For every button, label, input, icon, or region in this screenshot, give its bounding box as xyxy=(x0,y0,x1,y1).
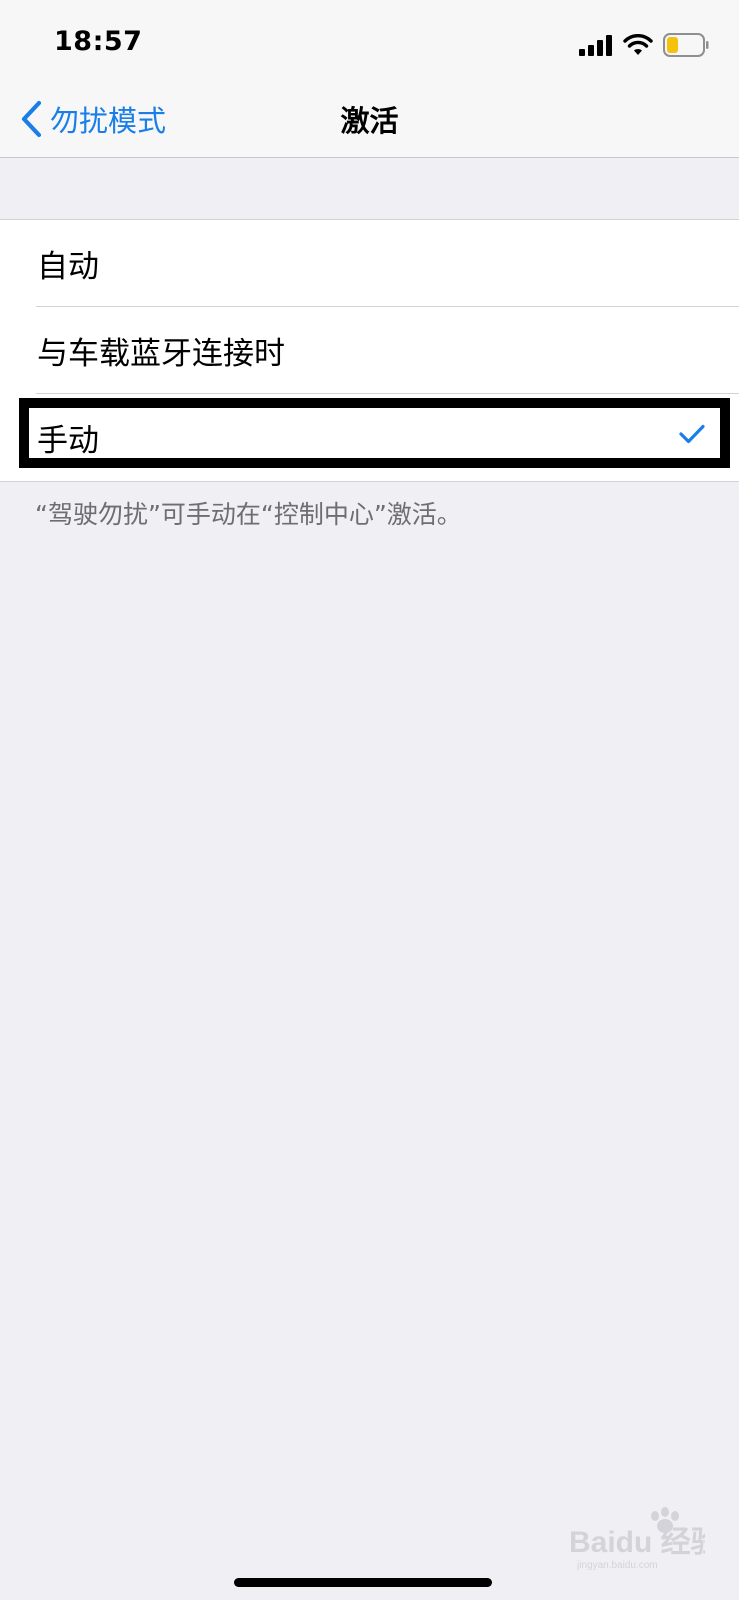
option-car-bluetooth[interactable]: 与车载蓝牙连接时 xyxy=(0,307,739,394)
checkmark-icon xyxy=(679,424,705,444)
activation-options-list: 自动 与车载蓝牙连接时 手动 xyxy=(0,219,739,482)
option-label: 与车载蓝牙连接时 xyxy=(37,336,285,372)
page-title: 激活 xyxy=(340,104,399,138)
option-label: 手动 xyxy=(37,423,99,459)
watermark-label: Baidu 经验 xyxy=(569,1525,705,1559)
option-automatic[interactable]: 自动 xyxy=(0,220,739,307)
wifi-icon xyxy=(623,34,653,55)
status-time: 18:57 xyxy=(54,26,143,57)
watermark-sub: jingyan.baidu.com xyxy=(576,1560,658,1570)
navigation-bar: 勿扰模式 激活 xyxy=(0,88,739,158)
cellular-signal-icon xyxy=(579,35,612,56)
baidu-jingyan-watermark: Baidu 经验 jingyan.baidu.com xyxy=(569,1507,705,1570)
battery-low-icon xyxy=(663,33,709,57)
option-label: 自动 xyxy=(37,249,99,285)
footer-note: “驾驶勿扰”可手动在“控制中心”激活。 xyxy=(35,500,462,529)
home-indicator[interactable] xyxy=(234,1578,492,1587)
status-bar: 18:57 xyxy=(0,0,739,88)
status-icons xyxy=(579,32,709,58)
option-manual[interactable]: 手动 xyxy=(0,394,739,481)
